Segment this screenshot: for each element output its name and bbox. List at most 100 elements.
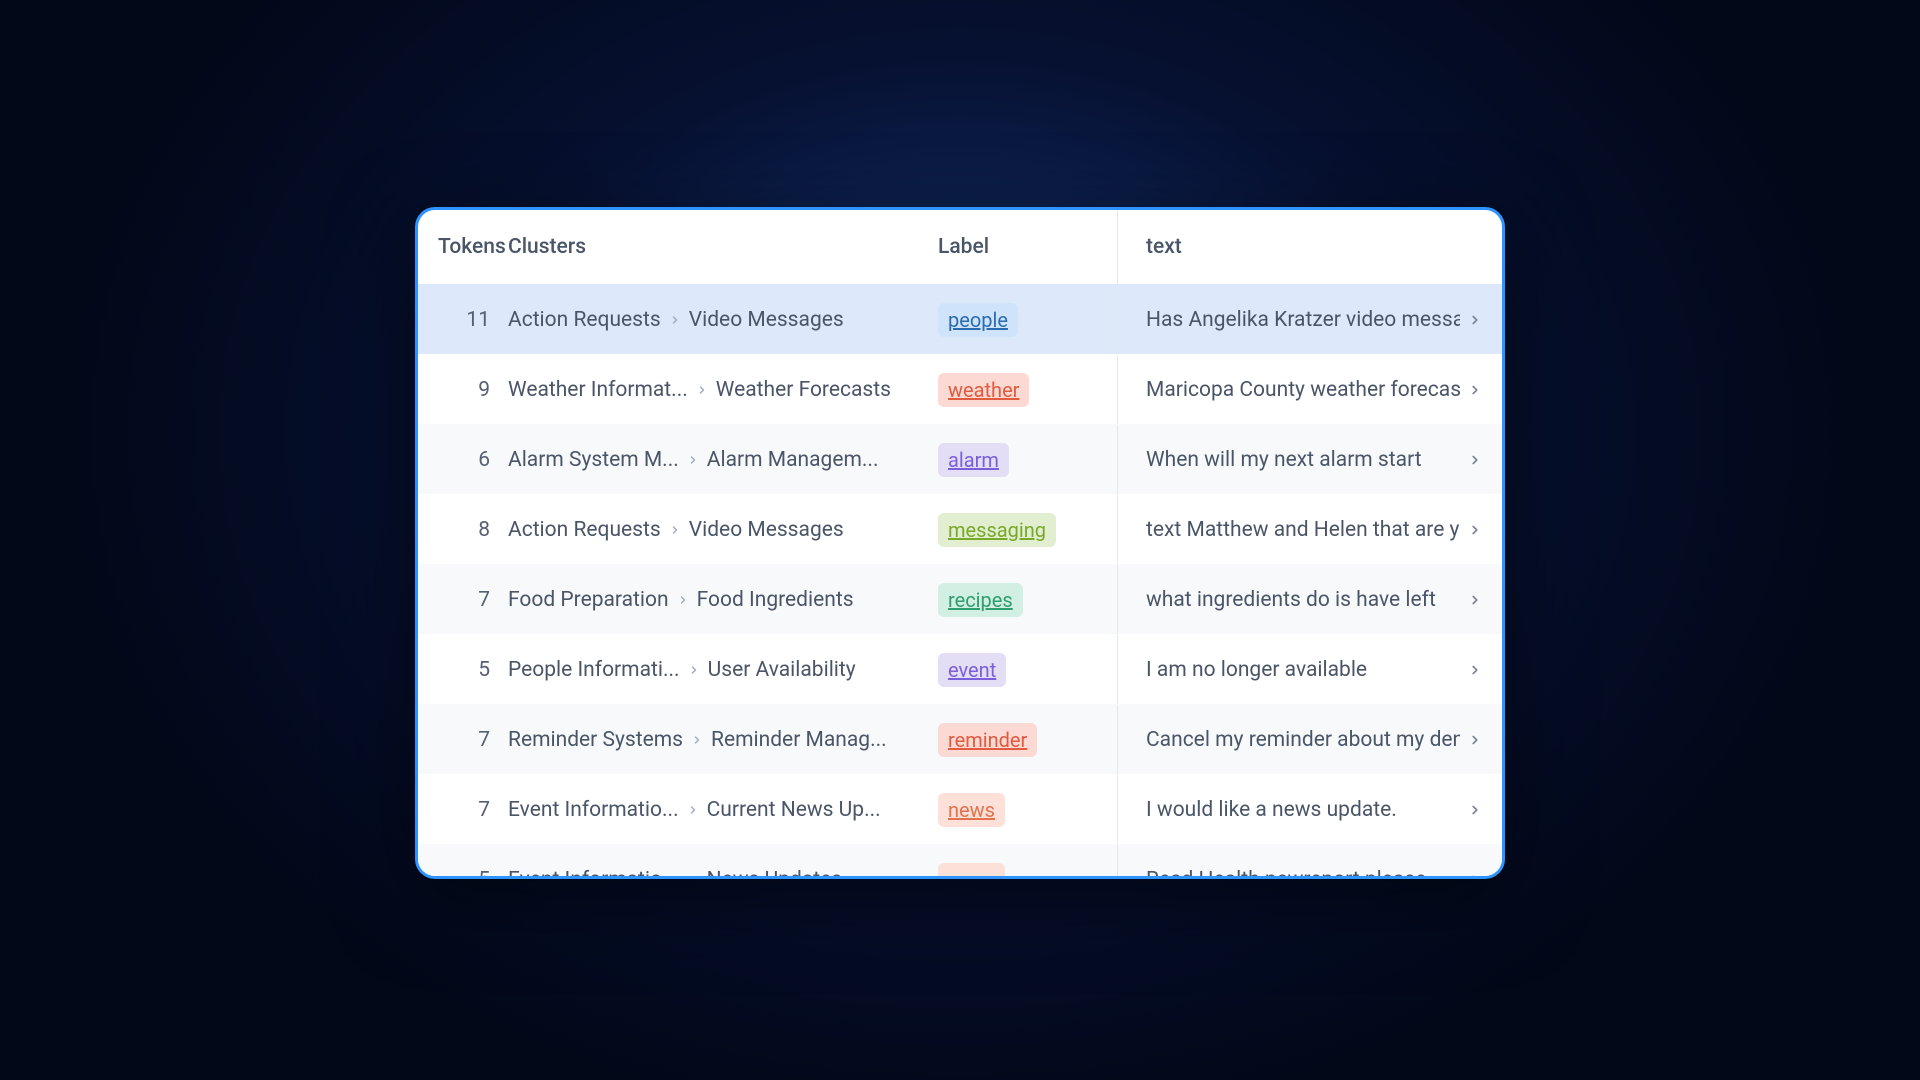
cluster-primary: Event Informatio...	[508, 868, 679, 880]
text-content: I am no longer available	[1146, 658, 1460, 682]
cell-tokens: 7	[438, 588, 508, 612]
text-content: text Matthew and Helen that are you	[1146, 518, 1460, 542]
cell-text: When will my next alarm start	[1118, 448, 1482, 472]
cluster-primary: Reminder Systems	[508, 728, 683, 752]
cell-tokens: 8	[438, 518, 508, 542]
chevron-right-icon[interactable]	[1468, 313, 1482, 327]
cell-text: text Matthew and Helen that are you	[1118, 518, 1482, 542]
chevron-right-icon	[677, 594, 689, 606]
cell-clusters: Reminder Systems Reminder Manag...	[508, 728, 938, 752]
cluster-primary: Food Preparation	[508, 588, 669, 612]
table-row[interactable]: 6Alarm System M... Alarm Managem... alarm W…	[418, 424, 1502, 494]
cell-text: I am no longer available	[1118, 658, 1482, 682]
data-table-panel: Tokens Clusters Label text 11Action Requ…	[415, 207, 1505, 879]
label-badge[interactable]: alarm	[938, 443, 1009, 477]
cell-text: Maricopa County weather forecast fo	[1118, 378, 1482, 402]
text-content: what ingredients do is have left	[1146, 588, 1460, 612]
cluster-secondary: Alarm Managem...	[707, 448, 879, 472]
text-content: Read Health newreport please	[1146, 868, 1460, 880]
cell-label: reminder	[938, 705, 1118, 774]
header-clusters[interactable]: Clusters	[508, 235, 938, 259]
chevron-right-icon	[688, 664, 700, 676]
cell-text: I would like a news update.	[1118, 798, 1482, 822]
table-row[interactable]: 8Action Requests Video Messages messaging t…	[418, 494, 1502, 564]
table-header: Tokens Clusters Label text	[418, 210, 1502, 284]
label-badge[interactable]: reminder	[938, 723, 1037, 757]
cell-tokens: 5	[438, 868, 508, 880]
cluster-secondary: Weather Forecasts	[716, 378, 891, 402]
cell-label: recipes	[938, 565, 1118, 634]
cell-clusters: Alarm System M... Alarm Managem...	[508, 448, 938, 472]
chevron-right-icon	[687, 804, 699, 816]
chevron-right-icon	[691, 734, 703, 746]
chevron-right-icon[interactable]	[1468, 593, 1482, 607]
cell-text: Read Health newreport please	[1118, 868, 1482, 880]
cell-label: alarm	[938, 425, 1118, 494]
cluster-secondary: Current News Up...	[707, 798, 881, 822]
cluster-primary: Weather Informat...	[508, 378, 688, 402]
header-text[interactable]: text	[1118, 235, 1482, 259]
text-content: I would like a news update.	[1146, 798, 1460, 822]
cell-label: people	[938, 285, 1118, 354]
cell-label: weather	[938, 355, 1118, 424]
text-content: Cancel my reminder about my dentis	[1146, 728, 1460, 752]
table-row[interactable]: 9Weather Informat... Weather Forecasts wea…	[418, 354, 1502, 424]
cluster-primary: Action Requests	[508, 518, 661, 542]
cluster-primary: Alarm System M...	[508, 448, 679, 472]
cell-clusters: Event Informatio... News Updates	[508, 868, 938, 880]
table-row[interactable]: 5People Informati...User Availabilityeve…	[418, 634, 1502, 704]
cell-clusters: People Informati...User Availability	[508, 658, 938, 682]
cell-clusters: Food Preparation Food Ingredients	[508, 588, 938, 612]
cell-tokens: 7	[438, 798, 508, 822]
text-content: Maricopa County weather forecast fo	[1146, 378, 1460, 402]
cell-tokens: 11	[438, 308, 508, 332]
chevron-right-icon[interactable]	[1468, 663, 1482, 677]
label-badge[interactable]: recipes	[938, 583, 1023, 617]
chevron-right-icon[interactable]	[1468, 873, 1482, 880]
chevron-right-icon	[696, 384, 708, 396]
chevron-right-icon[interactable]	[1468, 523, 1482, 537]
label-badge[interactable]: weather	[938, 373, 1029, 407]
cell-text: what ingredients do is have left	[1118, 588, 1482, 612]
label-badge[interactable]: messaging	[938, 513, 1056, 547]
cluster-secondary: Food Ingredients	[697, 588, 854, 612]
chevron-right-icon	[669, 524, 681, 536]
cell-tokens: 9	[438, 378, 508, 402]
cluster-primary: People Informati...	[508, 658, 680, 682]
table-row[interactable]: 7Reminder Systems Reminder Manag... remind…	[418, 704, 1502, 774]
chevron-right-icon[interactable]	[1468, 383, 1482, 397]
chevron-right-icon[interactable]	[1468, 733, 1482, 747]
label-badge[interactable]: people	[938, 303, 1018, 337]
cell-text: Has Angelika Kratzer video message	[1118, 308, 1482, 332]
table-row[interactable]: 5Event Informatio... News Updates news Read…	[418, 844, 1502, 879]
cluster-secondary: Video Messages	[689, 518, 844, 542]
text-content: Has Angelika Kratzer video message	[1146, 308, 1460, 332]
table-row[interactable]: 7Food Preparation Food Ingredients recipes…	[418, 564, 1502, 634]
cell-label: news	[938, 845, 1118, 879]
cell-clusters: Action Requests Video Messages	[508, 518, 938, 542]
cell-tokens: 5	[438, 658, 508, 682]
cell-clusters: Action RequestsVideo Messages	[508, 308, 938, 332]
cluster-secondary: News Updates	[707, 868, 842, 880]
label-badge[interactable]: event	[938, 653, 1006, 687]
label-badge[interactable]: news	[938, 863, 1005, 880]
table-body: 11Action RequestsVideo MessagespeopleHas…	[418, 284, 1502, 879]
table-row[interactable]: 7Event Informatio... Current News Up... ne…	[418, 774, 1502, 844]
cell-tokens: 7	[438, 728, 508, 752]
chevron-right-icon[interactable]	[1468, 803, 1482, 817]
cell-label: news	[938, 775, 1118, 844]
header-tokens[interactable]: Tokens	[438, 235, 508, 259]
chevron-right-icon	[669, 314, 681, 326]
cluster-primary: Action Requests	[508, 308, 661, 332]
label-badge[interactable]: news	[938, 793, 1005, 827]
chevron-right-icon[interactable]	[1468, 453, 1482, 467]
chevron-right-icon	[687, 454, 699, 466]
table-row[interactable]: 11Action RequestsVideo Messagespeople Has…	[418, 284, 1502, 354]
text-content: When will my next alarm start	[1146, 448, 1460, 472]
cluster-primary: Event Informatio...	[508, 798, 679, 822]
cell-text: Cancel my reminder about my dentis	[1118, 728, 1482, 752]
cluster-secondary: Reminder Manag...	[711, 728, 887, 752]
header-label[interactable]: Label	[938, 210, 1118, 284]
chevron-right-icon	[687, 874, 699, 880]
cell-tokens: 6	[438, 448, 508, 472]
